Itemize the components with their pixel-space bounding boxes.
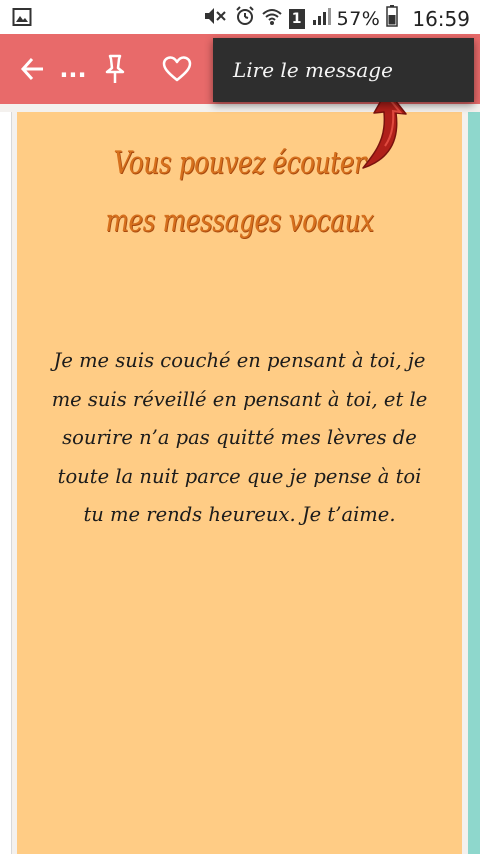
wifi-icon	[261, 6, 283, 31]
heart-icon	[162, 56, 192, 82]
alarm-icon	[235, 6, 255, 31]
sim-icon: 1	[288, 8, 305, 29]
back-button[interactable]	[12, 48, 54, 90]
love-message-text: Je me suis couché en pensant à toi, je m…	[51, 349, 428, 526]
favorite-button[interactable]	[156, 48, 198, 90]
battery-icon	[386, 5, 399, 32]
status-bar: 1 57% 16:59	[0, 0, 480, 34]
previous-card-edge[interactable]	[0, 112, 12, 854]
battery-percentage: 57%	[336, 7, 381, 30]
headline-line-2: mes messages vocaux	[105, 203, 374, 239]
clock: 16:59	[412, 6, 470, 31]
next-card-edge[interactable]	[468, 112, 480, 854]
mute-icon	[203, 6, 229, 31]
overflow-menu: Lire le message	[213, 38, 474, 102]
pin-button[interactable]	[94, 48, 136, 90]
read-message-menu-item[interactable]: Lire le message	[233, 58, 393, 82]
message-card: Vous pouvez écouter mes messages vocaux …	[17, 112, 462, 854]
back-arrow-icon	[20, 57, 43, 81]
signal-icon	[311, 6, 331, 31]
gallery-notification-icon	[12, 7, 32, 31]
pin-icon	[105, 54, 125, 83]
more-button[interactable]: ...	[52, 48, 94, 90]
